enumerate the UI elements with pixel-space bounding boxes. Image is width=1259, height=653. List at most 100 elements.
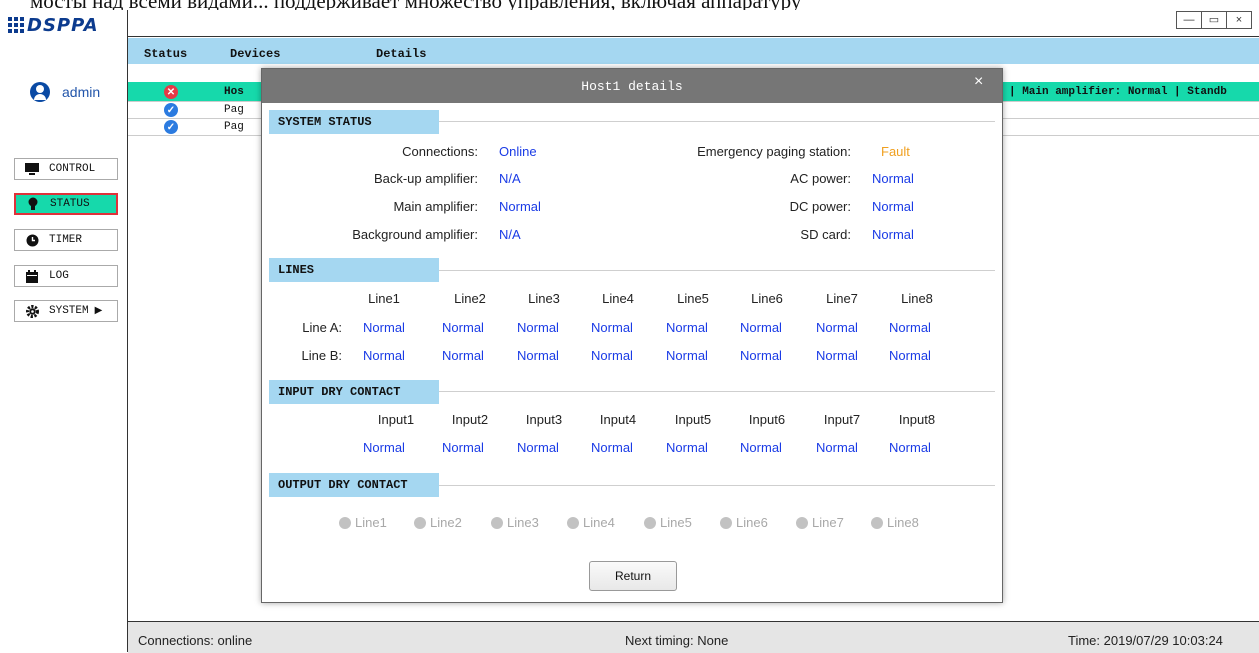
cropped-caption: мосты над всеми видами... поддерживает м… xyxy=(30,0,801,10)
line-status: Normal xyxy=(816,348,858,363)
line-status: Normal xyxy=(442,348,484,363)
close-icon[interactable]: × xyxy=(974,73,983,91)
output-line-indicator[interactable]: Line6 xyxy=(720,515,768,530)
output-line-label: Line7 xyxy=(812,515,844,530)
line-row-label: Line A: xyxy=(302,320,342,335)
input-status: Normal xyxy=(517,440,559,455)
line-column-header: Line5 xyxy=(677,291,709,306)
line-status: Normal xyxy=(591,348,633,363)
input-column-header: Input3 xyxy=(525,412,563,427)
input-status: Normal xyxy=(816,440,858,455)
status-label: AC power: xyxy=(790,171,851,186)
device-table-header: Status Devices Details xyxy=(128,38,1259,64)
output-line-indicator[interactable]: Line5 xyxy=(644,515,692,530)
line-status: Normal xyxy=(889,348,931,363)
logo-text: DSPPA xyxy=(27,14,99,36)
input-status: Normal xyxy=(889,440,931,455)
output-line-label: Line6 xyxy=(736,515,768,530)
username: admin xyxy=(62,84,101,100)
output-line-indicator[interactable]: Line7 xyxy=(796,515,844,530)
maximize-button[interactable]: ▭ xyxy=(1202,12,1227,28)
minimize-button[interactable]: — xyxy=(1177,12,1202,28)
output-line-label: Line5 xyxy=(660,515,692,530)
user-profile[interactable]: admin xyxy=(30,82,100,102)
status-dot-icon xyxy=(491,516,503,529)
line-status: Normal xyxy=(816,320,858,335)
column-status[interactable]: Status xyxy=(144,47,187,61)
output-line-label: Line1 xyxy=(355,515,387,530)
nav-log-button[interactable]: LOG xyxy=(14,265,118,287)
return-button[interactable]: Return xyxy=(589,561,677,591)
input-status: Normal xyxy=(740,440,782,455)
line-status: Normal xyxy=(666,320,708,335)
line-status: Normal xyxy=(666,348,708,363)
status-dot-icon xyxy=(871,516,883,529)
line-column-header: Line7 xyxy=(826,291,858,306)
next-timing: Next timing: None xyxy=(625,633,729,648)
section-divider xyxy=(439,270,995,271)
output-line-label: Line3 xyxy=(507,515,539,530)
ok-status-icon: ✓ xyxy=(164,120,178,134)
line-column-header: Line8 xyxy=(901,291,933,306)
output-line-indicator[interactable]: Line3 xyxy=(491,515,539,530)
connections-status: Connections: online xyxy=(138,633,253,648)
error-status-icon: ✕ xyxy=(164,85,178,99)
status-label: SD card: xyxy=(800,227,851,242)
status-label: Main amplifier: xyxy=(393,199,478,214)
line-column-header: Line6 xyxy=(751,291,783,306)
output-line-label: Line2 xyxy=(430,515,462,530)
dialog-title-bar: Host1 details × xyxy=(262,69,1002,103)
section-divider xyxy=(439,391,995,392)
output-line-label: Line4 xyxy=(583,515,615,530)
status-dot-icon xyxy=(644,516,656,529)
status-value: Normal xyxy=(872,227,914,242)
input-status: Normal xyxy=(442,440,484,455)
nav-label: LOG xyxy=(49,270,69,282)
device-name: Hos xyxy=(224,86,244,98)
app-logo: DSPPA xyxy=(8,14,126,36)
line-status: Normal xyxy=(363,320,405,335)
status-value: N/A xyxy=(499,227,521,242)
input-column-header: Input1 xyxy=(377,412,415,427)
line-row-label: Line B: xyxy=(301,348,342,363)
column-devices[interactable]: Devices xyxy=(230,47,280,61)
line-status: Normal xyxy=(740,320,782,335)
device-name: Pag xyxy=(224,104,244,116)
line-status: Normal xyxy=(363,348,405,363)
input-status: Normal xyxy=(666,440,708,455)
nav-system-button[interactable]: SYSTEM ▶ xyxy=(14,300,118,322)
line-column-header: Line2 xyxy=(454,291,486,306)
nav-status-button[interactable]: STATUS xyxy=(14,193,118,215)
output-line-indicator[interactable]: Line8 xyxy=(871,515,919,530)
line-column-header: Line4 xyxy=(602,291,634,306)
top-cropped-text-strip: мосты над всеми видами... поддерживает м… xyxy=(0,0,1259,10)
output-line-indicator[interactable]: Line1 xyxy=(339,515,387,530)
line-status: Normal xyxy=(740,348,782,363)
status-label: Connections: xyxy=(402,144,478,159)
status-label: Background amplifier: xyxy=(352,227,478,242)
line-status: Normal xyxy=(442,320,484,335)
clock-time: Time: 2019/07/29 10:03:24 xyxy=(1068,633,1223,648)
status-value: Normal xyxy=(499,199,541,214)
output-line-indicator[interactable]: Line2 xyxy=(414,515,462,530)
input-column-header: Input2 xyxy=(451,412,489,427)
nav-timer-button[interactable]: TIMER xyxy=(14,229,118,251)
output-line-label: Line8 xyxy=(887,515,919,530)
avatar-icon xyxy=(30,82,50,102)
line-status: Normal xyxy=(889,320,931,335)
device-name: Pag xyxy=(224,121,244,133)
section-input-dry-contact: INPUT DRY CONTACT xyxy=(269,380,439,404)
close-window-button[interactable]: × xyxy=(1227,12,1251,28)
input-status: Normal xyxy=(591,440,633,455)
input-column-header: Input8 xyxy=(898,412,936,427)
nav-control-button[interactable]: CONTROL xyxy=(14,158,118,180)
status-label: Back-up amplifier: xyxy=(373,171,478,186)
column-details[interactable]: Details xyxy=(376,47,426,61)
calendar-icon xyxy=(25,269,39,283)
status-value: Normal xyxy=(872,171,914,186)
status-value: Normal xyxy=(872,199,914,214)
input-status: Normal xyxy=(363,440,405,455)
output-line-indicator[interactable]: Line4 xyxy=(567,515,615,530)
section-divider xyxy=(439,121,995,122)
status-dot-icon xyxy=(567,516,579,529)
